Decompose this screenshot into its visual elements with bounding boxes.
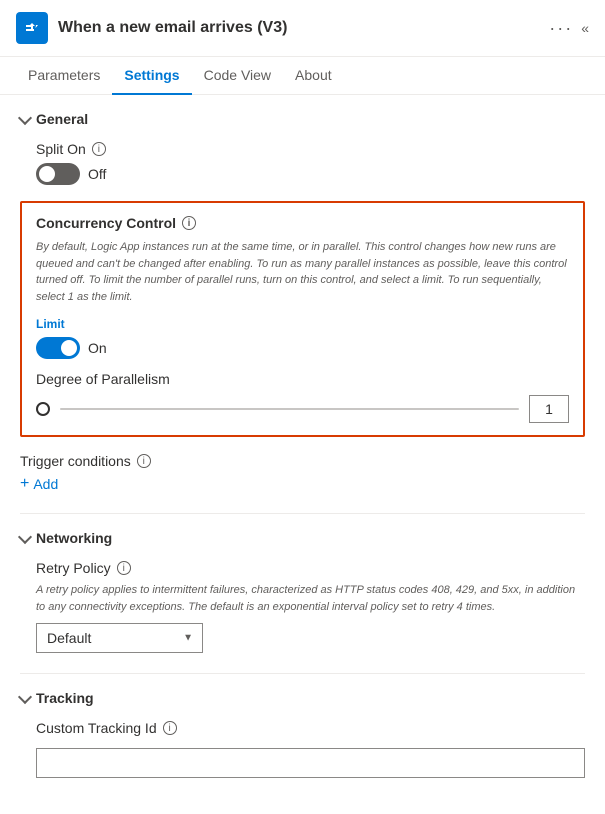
parallelism-value-box[interactable]: 1 — [529, 395, 569, 423]
retry-policy-description: A retry policy applies to intermittent f… — [36, 582, 585, 615]
retry-policy-select-wrapper: Default None Fixed interval Exponential … — [36, 623, 203, 653]
trigger-conditions-label: Trigger conditions — [20, 453, 131, 469]
header-actions: ··· « — [549, 18, 589, 39]
tab-parameters[interactable]: Parameters — [16, 57, 112, 95]
general-section-header[interactable]: General — [20, 111, 585, 127]
tab-bar: Parameters Settings Code View About — [0, 57, 605, 95]
split-on-field: Split On i Off — [36, 141, 585, 185]
concurrency-title-row: Concurrency Control i — [36, 215, 569, 231]
retry-policy-info-icon[interactable]: i — [117, 561, 131, 575]
split-on-toggle-label: Off — [88, 166, 106, 182]
tracking-section-header[interactable]: Tracking — [20, 690, 585, 706]
section-divider-2 — [20, 673, 585, 674]
plus-icon: + — [20, 475, 29, 493]
split-on-toggle[interactable] — [36, 163, 80, 185]
retry-policy-label: Retry Policy — [36, 560, 111, 576]
app-icon — [16, 12, 48, 44]
tracking-section-title: Tracking — [36, 690, 94, 706]
parallelism-section: Degree of Parallelism 1 — [36, 371, 569, 423]
trigger-conditions-label-row: Trigger conditions i — [20, 453, 585, 469]
networking-section-header[interactable]: Networking — [20, 530, 585, 546]
custom-tracking-id-input[interactable] — [36, 748, 585, 778]
more-options-button[interactable]: ··· — [549, 18, 573, 39]
networking-section: Networking Retry Policy i A retry policy… — [20, 530, 585, 653]
collapse-button[interactable]: « — [581, 20, 589, 36]
add-trigger-condition-button[interactable]: + Add — [20, 475, 58, 493]
concurrency-control-box: Concurrency Control i By default, Logic … — [20, 201, 585, 437]
tab-about[interactable]: About — [283, 57, 344, 95]
tracking-section: Tracking Custom Tracking Id i — [20, 690, 585, 778]
concurrency-toggle-track — [36, 337, 80, 359]
custom-tracking-id-field: Custom Tracking Id i — [36, 720, 585, 778]
split-on-info-icon[interactable]: i — [92, 142, 106, 156]
slider-handle[interactable] — [36, 402, 50, 416]
slider-track[interactable] — [60, 408, 519, 410]
parallelism-slider-row: 1 — [36, 395, 569, 423]
split-on-label-row: Split On i — [36, 141, 585, 157]
concurrency-toggle-thumb — [61, 340, 77, 356]
concurrency-toggle-row: On — [36, 337, 569, 359]
concurrency-title-text: Concurrency Control — [36, 215, 176, 231]
concurrency-toggle[interactable] — [36, 337, 80, 359]
retry-policy-select[interactable]: Default None Fixed interval Exponential … — [36, 623, 203, 653]
general-section-title: General — [36, 111, 88, 127]
split-on-toggle-track — [36, 163, 80, 185]
concurrency-description: By default, Logic App instances run at t… — [36, 239, 569, 305]
retry-policy-field: Retry Policy i A retry policy applies to… — [36, 560, 585, 653]
section-divider-1 — [20, 513, 585, 514]
split-on-label: Split On — [36, 141, 86, 157]
custom-tracking-id-label: Custom Tracking Id — [36, 720, 157, 736]
header: When a new email arrives (V3) ··· « — [0, 0, 605, 57]
tab-code-view[interactable]: Code View — [192, 57, 283, 95]
custom-tracking-id-label-row: Custom Tracking Id i — [36, 720, 585, 736]
custom-tracking-id-info-icon[interactable]: i — [163, 721, 177, 735]
parallelism-label: Degree of Parallelism — [36, 371, 569, 387]
general-section: General Split On i Off Concurrency Contr… — [20, 111, 585, 493]
retry-policy-label-row: Retry Policy i — [36, 560, 585, 576]
settings-content: General Split On i Off Concurrency Contr… — [0, 95, 605, 814]
general-chevron-icon — [18, 110, 32, 124]
window-title: When a new email arrives (V3) — [58, 19, 549, 37]
networking-chevron-icon — [18, 529, 32, 543]
trigger-conditions-section: Trigger conditions i + Add — [20, 453, 585, 493]
tracking-chevron-icon — [18, 689, 32, 703]
concurrency-info-icon[interactable]: i — [182, 216, 196, 230]
add-button-label: Add — [33, 476, 58, 492]
concurrency-toggle-label: On — [88, 340, 107, 356]
tab-settings[interactable]: Settings — [112, 57, 191, 95]
limit-label: Limit — [36, 317, 569, 331]
networking-section-title: Networking — [36, 530, 112, 546]
split-on-toggle-row: Off — [36, 163, 585, 185]
split-on-toggle-thumb — [39, 166, 55, 182]
trigger-conditions-info-icon[interactable]: i — [137, 454, 151, 468]
